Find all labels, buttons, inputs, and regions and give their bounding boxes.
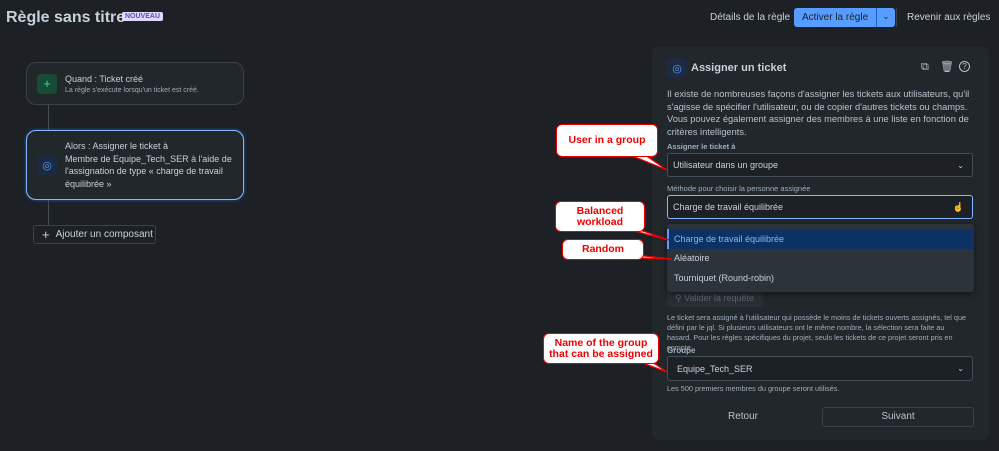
callout-user-in-group: User in a group (556, 124, 658, 157)
chevron-down-icon: ⌄ (957, 160, 964, 170)
back-button[interactable]: Retour (667, 407, 819, 427)
action-card[interactable]: ◎ Alors : Assigner le ticket à Membre de… (26, 130, 244, 200)
trigger-title: Quand : Ticket créé (65, 73, 144, 84)
trigger-card[interactable]: + Quand : Ticket créé La règle s'exécute… (26, 62, 244, 105)
option-balanced[interactable]: Charge de travail équilibrée (667, 229, 974, 249)
search-icon: ⚲ (675, 293, 682, 303)
page-title: Règle sans titre (6, 9, 126, 26)
assign-value: Utilisateur dans un groupe (673, 160, 779, 170)
rule-details-link[interactable]: Détails de la règle (710, 12, 790, 23)
add-component-label: Ajouter un composant (55, 229, 153, 240)
chevron-down-icon[interactable]: ⌄ (877, 8, 895, 27)
callout-balanced-workload: Balanced workload (555, 201, 645, 232)
user-circle-icon: ◎ (667, 58, 687, 78)
help-icon[interactable]: ? (959, 61, 970, 72)
trash-icon[interactable]: 🗑 (940, 60, 954, 73)
group-note: Les 500 premiers membres du groupe seron… (667, 384, 840, 393)
next-button[interactable]: Suivant (822, 407, 974, 427)
validate-label: Valider la requête (684, 293, 754, 303)
activate-rule-button[interactable]: Activer la règle (794, 8, 878, 27)
copy-icon[interactable]: ⧉ (921, 61, 929, 74)
chevron-down-icon: ⌄ (957, 364, 964, 373)
user-circle-icon: ◎ (37, 155, 57, 175)
assign-select[interactable]: Utilisateur dans un groupe ⌄ (667, 153, 973, 177)
divider (896, 8, 897, 27)
back-to-rules-link[interactable]: Revenir aux règles (907, 12, 990, 23)
connector (48, 105, 49, 130)
method-value: Charge de travail équilibrée (673, 202, 784, 212)
group-value: Equipe_Tech_SER (677, 363, 753, 374)
panel-title: Assigner un ticket (691, 62, 787, 74)
option-round-robin[interactable]: Tourniquet (Round-robin) (667, 268, 974, 288)
method-select[interactable]: Charge de travail équilibrée ☝ (667, 195, 973, 219)
group-label: Groupe (667, 346, 696, 355)
assign-label: Assigner le ticket à (667, 142, 736, 151)
hand-cursor-icon: ☝ (952, 201, 964, 212)
add-component-button[interactable]: + Ajouter un composant (33, 225, 156, 244)
group-select[interactable]: Equipe_Tech_SER ⌄ (667, 356, 973, 381)
trigger-subtitle: La règle s'exécute lorsqu'un ticket est … (65, 86, 199, 94)
panel-description: Il existe de nombreuses façons d'assigne… (667, 89, 970, 137)
activate-rule-group: Activer la règle ⌄ (794, 8, 895, 27)
option-random[interactable]: Aléatoire (667, 249, 974, 269)
action-body: Membre de Equipe_Tech_SER à l'aide de l'… (65, 153, 232, 189)
plus-icon: + (37, 73, 57, 94)
callout-random: Random (562, 239, 644, 260)
method-help: Le ticket sera assigné à l'utilisateur q… (667, 313, 967, 352)
new-badge: NOUVEAU (122, 12, 164, 21)
method-label: Méthode pour choisir la personne assigné… (667, 184, 811, 193)
plus-icon: + (42, 227, 50, 242)
action-title: Alors : Assigner le ticket à (65, 141, 169, 151)
connector (48, 200, 49, 225)
method-dropdown: Charge de travail équilibrée Aléatoire T… (667, 224, 974, 292)
callout-group-name: Name of the group that can be assigned (543, 333, 659, 364)
